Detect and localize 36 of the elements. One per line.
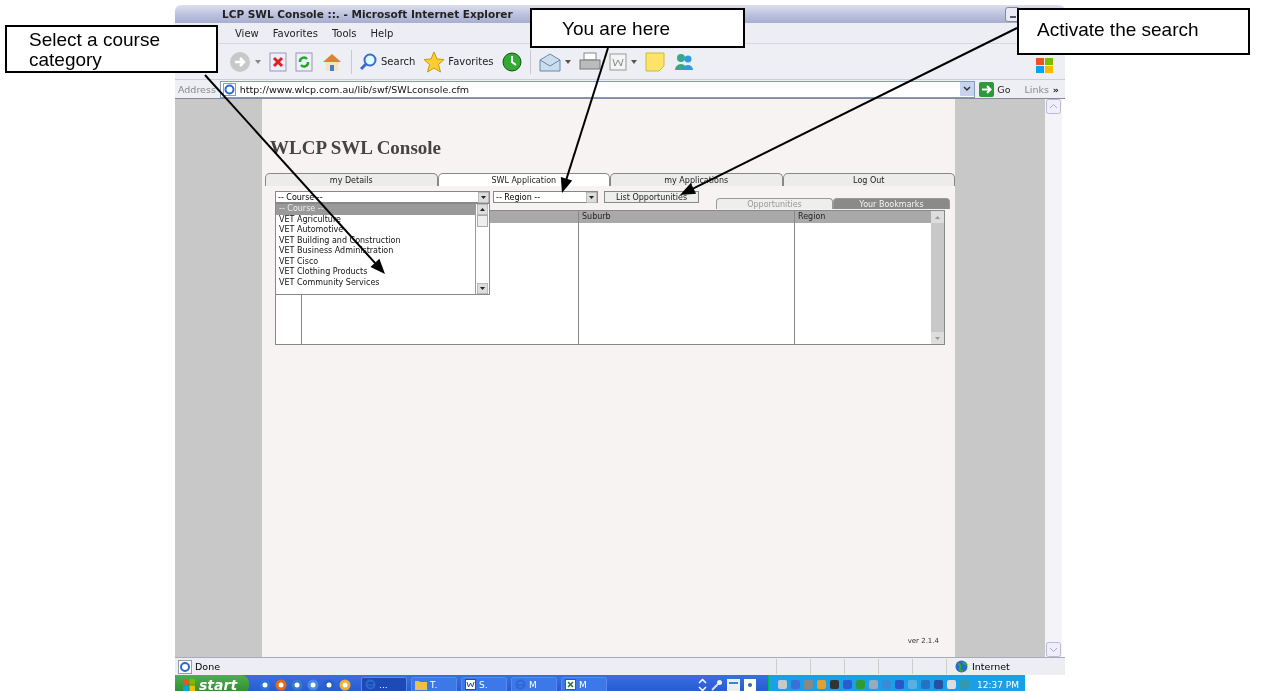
clock: 12:37 PM — [977, 679, 1019, 690]
more-button[interactable]: » — [1052, 83, 1059, 95]
dropdown-option[interactable]: VET Community Services — [276, 277, 475, 288]
menu-item[interactable]: Favorites — [272, 27, 318, 39]
region-dropdown[interactable]: -- Region -- — [493, 191, 598, 203]
window-title: LCP SWL Console ::. - Microsoft Internet Explorer — [222, 8, 514, 20]
dropdown-option[interactable]: VET Automotive — [276, 225, 475, 236]
column-header[interactable]: Suburb — [579, 211, 794, 223]
page-heading: WLCP SWL Console — [270, 137, 443, 159]
tab[interactable]: Log Out — [782, 173, 955, 186]
column-header[interactable]: Region — [795, 211, 931, 223]
taskbar-button[interactable]: S. — [461, 676, 508, 691]
taskbar-button[interactable]: M — [511, 676, 558, 691]
tab[interactable]: my Details — [265, 173, 438, 186]
list-opportunities-button[interactable]: List Opportunities — [604, 191, 699, 203]
course-dropdown[interactable]: -- Course -- — [275, 191, 490, 203]
taskbar-button[interactable]: ... — [361, 676, 408, 691]
zone-indicator: Internet — [946, 659, 1065, 674]
address-label: Address — [178, 83, 216, 95]
dropdown-option[interactable]: VET Clothing Products — [276, 267, 475, 278]
search-button[interactable]: Search — [360, 52, 416, 71]
callout: You are here — [530, 8, 745, 48]
callout: Activate the search — [1017, 8, 1250, 55]
taskbar-button[interactable]: T. — [411, 676, 458, 691]
menu-item[interactable]: Tools — [331, 27, 357, 39]
callout: Select a course category — [5, 25, 218, 73]
status-text: Done — [195, 661, 220, 672]
tab[interactable]: SWL Application — [437, 173, 610, 186]
start-button[interactable]: start — [175, 675, 250, 691]
menu-item[interactable]: Help — [370, 27, 394, 39]
dropdown-option[interactable]: VET Cisco — [276, 256, 475, 267]
taskbar-button[interactable]: M — [561, 676, 608, 691]
go-button[interactable]: Go — [979, 81, 1011, 97]
menu-item[interactable]: View — [235, 27, 259, 39]
address-field[interactable]: http://www.wlcp.com.au/lib/swf/SWLconsole.cfm — [219, 80, 976, 98]
favorites-button[interactable]: Favorites — [423, 50, 494, 73]
